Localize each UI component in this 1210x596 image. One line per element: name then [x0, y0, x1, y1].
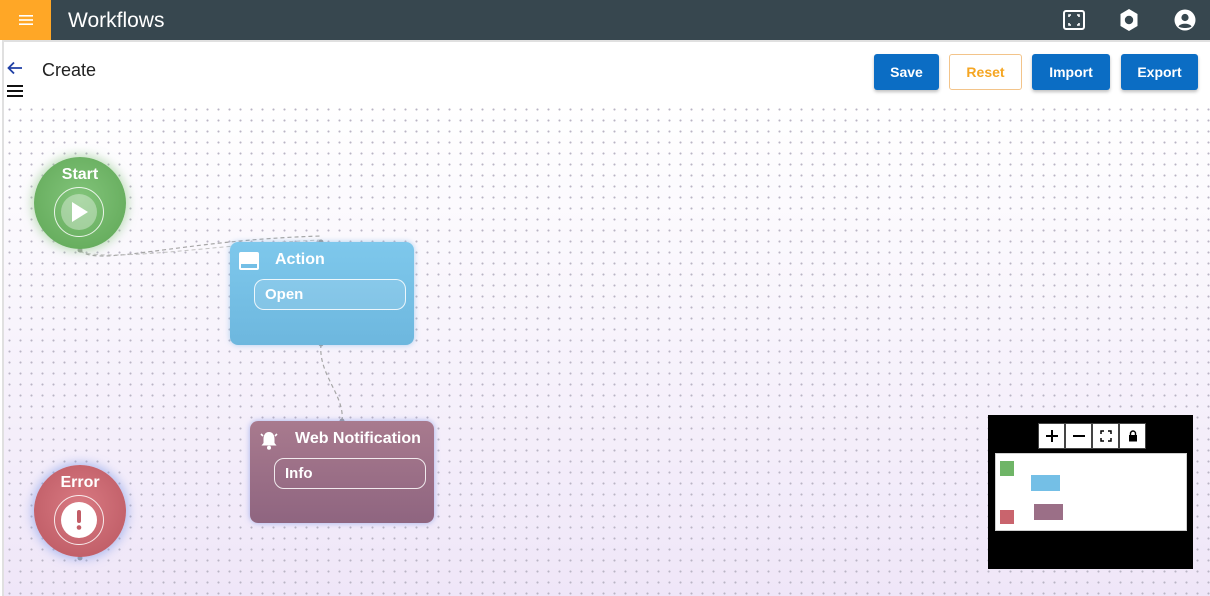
minimap-error-node [1000, 510, 1014, 524]
settings-button[interactable] [1117, 8, 1141, 32]
app-bar: Workflows [0, 0, 1210, 40]
gear-icon [1120, 9, 1138, 31]
start-node-ring [54, 187, 104, 237]
window-icon [239, 252, 259, 270]
minimap-start-node [1000, 461, 1014, 476]
start-node[interactable]: Start [34, 157, 126, 249]
save-button[interactable]: Save [874, 54, 939, 90]
minimap [988, 415, 1193, 569]
account-button[interactable] [1173, 8, 1197, 32]
sidebar-toggle-icon[interactable] [7, 84, 23, 98]
zoom-out-button[interactable] [1065, 423, 1092, 449]
fullscreen-button[interactable] [1062, 8, 1086, 32]
fit-view-button[interactable] [1092, 423, 1119, 449]
error-node-label: Error [60, 474, 100, 491]
lock-icon [1128, 430, 1137, 442]
hamburger-icon [18, 15, 33, 25]
error-node[interactable]: Error [34, 465, 126, 557]
minimap-action-node [1031, 475, 1060, 491]
web-notification-node-value[interactable]: Info [274, 458, 426, 489]
action-node-title: Action [275, 251, 325, 268]
minimap-controls [1038, 423, 1146, 449]
lock-button[interactable] [1119, 423, 1146, 449]
error-node-ring [54, 495, 104, 545]
back-arrow-icon[interactable] [6, 59, 24, 77]
plus-icon [1045, 430, 1058, 442]
minus-icon [1072, 435, 1085, 437]
page-title: Create [42, 60, 97, 80]
fullscreen-icon [1063, 10, 1085, 30]
fit-view-icon [1099, 430, 1112, 442]
start-node-label: Start [61, 166, 99, 183]
play-icon [72, 202, 88, 222]
action-node-value[interactable]: Open [254, 279, 406, 310]
exclamation-icon [76, 510, 82, 530]
web-notification-node[interactable]: Web Notification Info [250, 421, 434, 523]
start-node-disc [61, 194, 97, 230]
error-node-disc [61, 502, 97, 538]
app-title: Workflows [68, 9, 165, 32]
minimap-notification-node [1034, 504, 1063, 520]
action-node[interactable]: Action Open [230, 242, 414, 345]
import-button[interactable]: Import [1032, 54, 1110, 90]
account-icon [1174, 9, 1196, 31]
export-button[interactable]: Export [1121, 54, 1198, 90]
bell-icon [260, 432, 278, 450]
web-notification-node-title: Web Notification [295, 430, 421, 447]
reset-button[interactable]: Reset [949, 54, 1022, 90]
minimap-viewport[interactable] [995, 453, 1187, 531]
zoom-in-button[interactable] [1038, 423, 1065, 449]
menu-button[interactable] [0, 0, 51, 40]
